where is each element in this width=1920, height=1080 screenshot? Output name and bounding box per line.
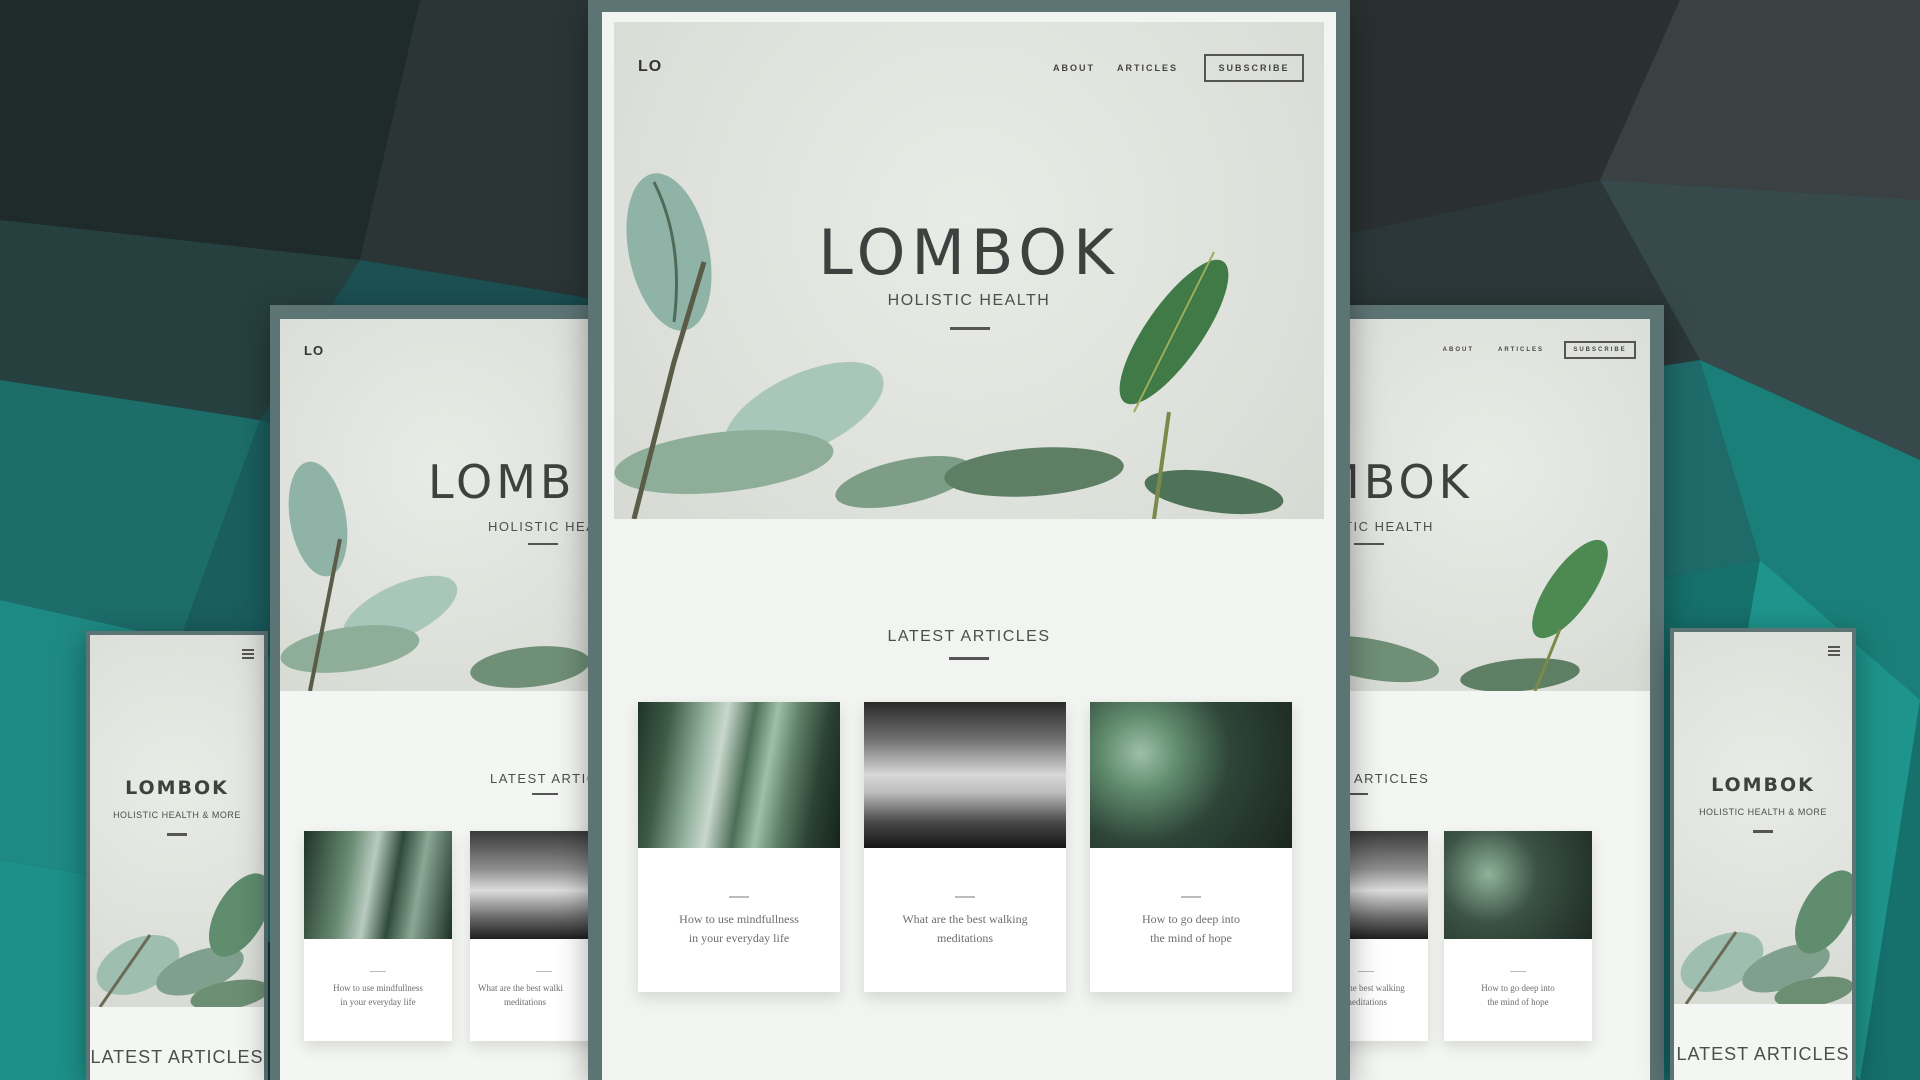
- mobile-hero-left: LOMBOK HOLISTIC HEALTH & MORE: [90, 635, 264, 1007]
- card-image: [1090, 702, 1292, 848]
- hero-title: LOMBOK: [125, 777, 229, 799]
- tablet-mockup-left: LO LOMB HOLISTIC HEALT LATEST ARTICL How…: [270, 305, 600, 1080]
- card-divider: [1181, 896, 1201, 898]
- nav-articles-link[interactable]: ARTICLES: [1498, 347, 1544, 353]
- article-card[interactable]: What are the best walki meditations: [470, 831, 600, 1041]
- card-image: [638, 702, 840, 848]
- card-image: [470, 831, 600, 939]
- leaf-illustration: [614, 173, 1284, 519]
- section-title: LATEST ARTICLES: [90, 1047, 264, 1067]
- nav-articles-link[interactable]: ARTICLES: [1117, 63, 1178, 73]
- section-title: LATEST ARTICL: [490, 771, 600, 786]
- card-title: How to go deep into the mind of hope: [1481, 983, 1555, 1008]
- nav-about-link[interactable]: ABOUT: [1443, 347, 1474, 353]
- logo[interactable]: LO: [638, 58, 662, 76]
- card-image: [304, 831, 452, 939]
- card-title: What are the best walking meditations: [902, 912, 1028, 946]
- card-divider: [1510, 971, 1526, 972]
- leaf-illustration: [1680, 870, 1852, 1004]
- article-card[interactable]: How to use mindfullness in your everyday…: [304, 831, 452, 1041]
- article-card[interactable]: How to go deep into the mind of hope: [1444, 831, 1592, 1041]
- nav-about-link[interactable]: ABOUT: [1053, 63, 1095, 73]
- card-image: [864, 702, 1066, 848]
- card-title: How to use mindfullness in your everyday…: [333, 983, 423, 1008]
- menu-icon[interactable]: [1828, 646, 1840, 656]
- main-nav: ABOUT ARTICLES SUBSCRIBE: [1053, 54, 1304, 82]
- main-nav: ABOUT ARTICLES SUBSCRIBE: [1443, 341, 1636, 359]
- desktop-screen: LO ABOUT ARTICLES SUBSCRIBE LOMBOK HOLIS…: [602, 12, 1336, 1080]
- card-title: How to go deep into the mind of hope: [1142, 912, 1240, 946]
- tablet-hero-left: LO LOMB HOLISTIC HEALT: [280, 319, 600, 691]
- article-card[interactable]: How to use mindfullness in your everyday…: [638, 702, 840, 992]
- section-title: LATEST ARTICLES: [887, 628, 1051, 645]
- tablet-hero-right: ABOUT ARTICLES SUBSCRIBE MBOK LISTIC HEA…: [1320, 319, 1650, 691]
- card-divider: [370, 971, 386, 972]
- hero-title: LOMBOK: [1711, 774, 1815, 796]
- leaf-illustration: [280, 461, 590, 691]
- mobile-hero-right: LOMBOK HOLISTIC HEALTH & MORE: [1674, 632, 1852, 1004]
- tablet-screen-left: LO LOMB HOLISTIC HEALT LATEST ARTICL How…: [280, 319, 600, 1080]
- section-title: LATEST ARTICLES: [1676, 1044, 1850, 1064]
- mobile-mockup-right: LOMBOK HOLISTIC HEALTH & MORE LATEST ART…: [1670, 628, 1856, 1080]
- article-card[interactable]: How to go deep into the mind of hope: [1090, 702, 1292, 992]
- card-divider: [955, 896, 975, 898]
- card-divider: [1358, 971, 1374, 972]
- hero-section: LO ABOUT ARTICLES SUBSCRIBE LOMBOK HOLIS…: [614, 22, 1324, 519]
- menu-icon[interactable]: [242, 649, 254, 659]
- leaf-illustration: [1320, 539, 1608, 691]
- card-divider: [536, 971, 552, 972]
- leaf-illustration: [96, 873, 264, 1007]
- card-title: How to use mindfullness in your everyday…: [679, 912, 799, 946]
- article-card[interactable]: What are the best walking meditations: [864, 702, 1066, 992]
- tablet-mockup-right: ABOUT ARTICLES SUBSCRIBE MBOK LISTIC HEA…: [1320, 305, 1664, 1080]
- section-divider: [949, 657, 989, 660]
- mobile-screen-right: LOMBOK HOLISTIC HEALTH & MORE LATEST ART…: [1674, 632, 1852, 1080]
- subscribe-button[interactable]: SUBSCRIBE: [1204, 54, 1304, 82]
- desktop-mockup-center: LO ABOUT ARTICLES SUBSCRIBE LOMBOK HOLIS…: [588, 0, 1350, 1080]
- card-title: What are the best walki meditations: [478, 983, 563, 1008]
- tablet-screen-right: ABOUT ARTICLES SUBSCRIBE MBOK LISTIC HEA…: [1320, 319, 1650, 1080]
- section-divider: [532, 793, 558, 795]
- card-image: [1444, 831, 1592, 939]
- logo[interactable]: LO: [304, 343, 324, 358]
- card-divider: [729, 896, 749, 898]
- mobile-screen-left: LOMBOK HOLISTIC HEALTH & MORE LATEST ART…: [90, 635, 264, 1080]
- mobile-mockup-left: LOMBOK HOLISTIC HEALTH & MORE LATEST ART…: [86, 631, 268, 1080]
- subscribe-button[interactable]: SUBSCRIBE: [1564, 341, 1636, 359]
